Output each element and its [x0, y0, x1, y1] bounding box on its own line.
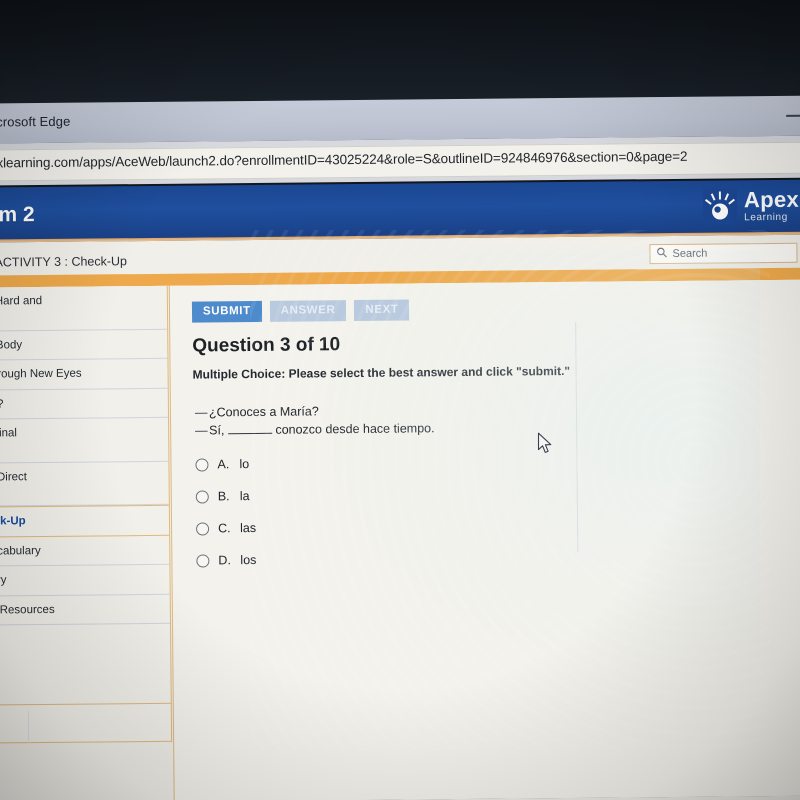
sidebar-item-3[interactable]: here Yet?	[0, 388, 169, 420]
question-prompt: —¿Conoces a María? —Sí, conozco desde ha…	[195, 401, 435, 440]
apex-sunburst-lightbulb-icon	[702, 188, 738, 225]
sidebar-item-label: Playing Hard and m	[0, 295, 43, 308]
logo-tagline: Learning	[744, 211, 788, 224]
choice-letter: D.	[218, 553, 231, 568]
minimize-icon[interactable]	[786, 114, 800, 117]
answer-choice-b[interactable]: B. la	[195, 480, 256, 513]
search-placeholder: Search	[672, 247, 708, 260]
search-input[interactable]: Search	[649, 242, 798, 265]
sidebar-item-label: Student Resources	[0, 603, 55, 616]
choice-text: los	[240, 552, 257, 568]
prompt-line-2-before: Sí,	[209, 423, 225, 438]
answer-choice-d[interactable]: D. los	[196, 544, 256, 577]
answer-blank	[227, 432, 272, 435]
choice-letter: C.	[218, 521, 231, 536]
radio-button-icon[interactable]	[196, 553, 210, 568]
sidebar-item-label: World through New Eyes	[0, 367, 82, 381]
choice-letter: B.	[217, 489, 230, 504]
question-toolbar: SUBMIT ANSWER NEXT	[191, 299, 410, 323]
prompt-line-2: —Sí, conozco desde hace tiempo.	[195, 419, 435, 439]
sidebar-item-label: ocabulary	[0, 574, 7, 587]
sidebar-item-label: dy: The Direct proach	[0, 470, 28, 484]
submit-button[interactable]: SUBMIT	[191, 300, 262, 323]
answer-choices: A. lo B. la C. las D. los	[195, 448, 256, 577]
sidebar-item-label: iz: Check-Up	[0, 515, 26, 529]
answer-choice-a[interactable]: A. lo	[195, 448, 255, 481]
question-panel: SUBMIT ANSWER NEXT Question 3 of 10 Mult…	[168, 279, 800, 800]
edge-browser-window: crosoft Edge .apexlearning.com/apps/AceW…	[0, 95, 800, 800]
choice-text: la	[239, 489, 250, 504]
answer-button[interactable]: ANSWER	[269, 300, 347, 322]
sidebar-item-6[interactable]: iz: Check-Up	[0, 505, 170, 538]
sidebar-item-label: dy: Terminal dent	[0, 427, 18, 440]
radio-button-icon[interactable]	[195, 457, 209, 472]
breadcrumb[interactable]: N 1 > ACTIVITY 3 : Check-Up	[0, 254, 127, 270]
sidebar-footer	[0, 702, 173, 744]
sidebar-item-4[interactable]: dy: Terminal dent	[0, 417, 169, 464]
radio-button-icon[interactable]	[195, 489, 209, 504]
choice-letter: A.	[217, 457, 230, 472]
sidebar-item-0[interactable]: Playing Hard and m	[0, 285, 168, 332]
sidebar-item-label: and the Body	[0, 338, 23, 352]
sidebar-item-2[interactable]: World through New Eyes	[0, 358, 168, 391]
prompt-line-1-text: ¿Conoces a María?	[208, 404, 319, 420]
sidebar-item-label: here Yet?	[0, 397, 4, 411]
apex-learning-logo: Apex Learning	[702, 186, 800, 225]
choice-text: las	[240, 520, 257, 536]
lesson-sidebar: Playing Hard and m and the Body World thro…	[0, 285, 173, 744]
radio-button-icon[interactable]	[196, 521, 210, 536]
sidebar-item-9[interactable]: Student Resources	[0, 594, 170, 626]
sidebar-item-1[interactable]: and the Body	[0, 329, 168, 362]
sidebar-item-5[interactable]: dy: The Direct proach	[0, 461, 169, 508]
browser-title-label: crosoft Edge	[0, 113, 71, 130]
question-instruction: Multiple Choice: Please select the best …	[192, 363, 571, 382]
app-header	[0, 179, 800, 240]
answer-choice-c[interactable]: C. las	[196, 512, 256, 545]
sidebar-footer-divider	[27, 711, 30, 744]
prompt-line-2-after: conozco desde hace tiempo.	[275, 421, 435, 437]
sidebar-item-8[interactable]: ocabulary	[0, 564, 170, 597]
logo-wordmark: Apex	[743, 186, 800, 213]
search-icon	[656, 245, 667, 263]
dark-background	[0, 0, 800, 108]
sidebar-list: Playing Hard and m and the Body World thro…	[0, 285, 170, 626]
sidebar-item-7[interactable]: sson Vocabulary	[0, 535, 170, 568]
next-button[interactable]: NEXT	[354, 299, 410, 322]
panel-divider	[575, 321, 579, 552]
prompt-line-1: —¿Conoces a María?	[195, 401, 435, 421]
dialogue-dash-icon: —	[194, 405, 208, 420]
choice-text: lo	[239, 457, 250, 472]
screen-photo: crosoft Edge .apexlearning.com/apps/AceW…	[0, 0, 800, 800]
sidebar-item-label: sson Vocabulary	[0, 544, 41, 558]
course-title: l Sem 2	[0, 203, 35, 227]
dialogue-dash-icon: —	[195, 423, 208, 438]
page-title: Question 3 of 10	[192, 334, 341, 357]
